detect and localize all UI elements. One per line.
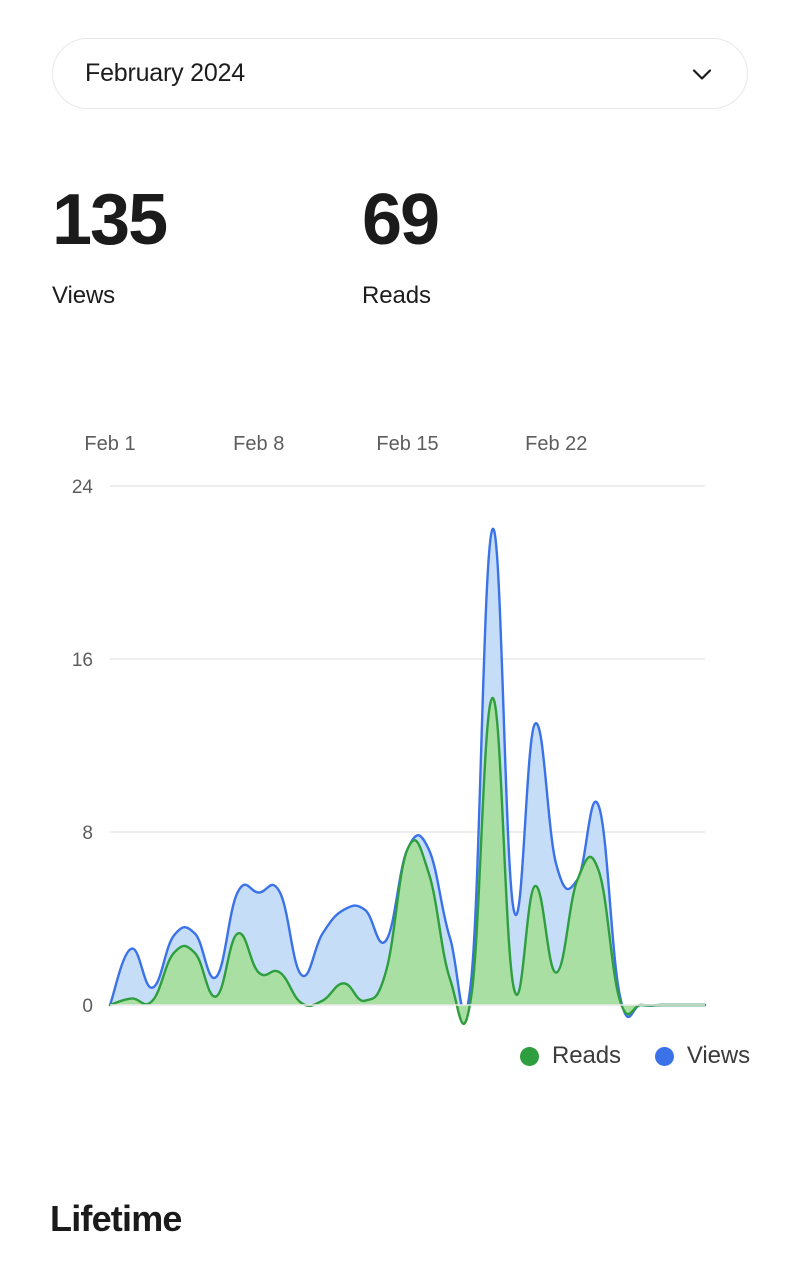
- y-axis-tick: 16: [72, 650, 93, 671]
- legend-label-reads: Reads: [552, 1042, 621, 1069]
- chart-svg: 0 8 16 24 Feb 1 Feb 8 Feb 15 Feb 22: [72, 433, 707, 1026]
- y-axis-tick: 24: [72, 477, 94, 498]
- y-axis-tick: 0: [82, 996, 93, 1017]
- stat-views: 135 Views: [52, 180, 362, 310]
- stat-reads: 69 Reads: [362, 180, 672, 310]
- page-section-heading: Lifetime: [50, 1198, 182, 1239]
- y-axis-tick: 8: [82, 823, 93, 844]
- x-axis-tick: Feb 15: [376, 433, 438, 455]
- month-selector[interactable]: February 2024: [52, 38, 748, 109]
- views-reads-area-chart[interactable]: 0 8 16 24 Feb 1 Feb 8 Feb 15 Feb 22: [0, 425, 800, 1035]
- stats-summary: 135 Views 69 Reads: [52, 180, 672, 310]
- stat-reads-label: Reads: [362, 282, 431, 310]
- stat-views-label: Views: [52, 282, 116, 310]
- chevron-down-icon[interactable]: [687, 59, 717, 89]
- month-selector-value: February 2024: [85, 59, 245, 87]
- legend-label-views: Views: [686, 1042, 750, 1069]
- dot-icon: [520, 1046, 540, 1066]
- x-axis-tick: Feb 8: [233, 433, 284, 455]
- chart-legend: Reads Views: [0, 1042, 800, 1070]
- legend-item-views[interactable]: Views: [654, 1042, 750, 1070]
- x-axis-tick: Feb 22: [525, 433, 587, 455]
- dot-icon: [654, 1046, 674, 1066]
- legend-item-reads[interactable]: Reads: [520, 1042, 621, 1070]
- x-axis-tick: Feb 1: [84, 433, 135, 455]
- stat-views-value: 135: [52, 180, 168, 260]
- stat-reads-value: 69: [362, 180, 440, 260]
